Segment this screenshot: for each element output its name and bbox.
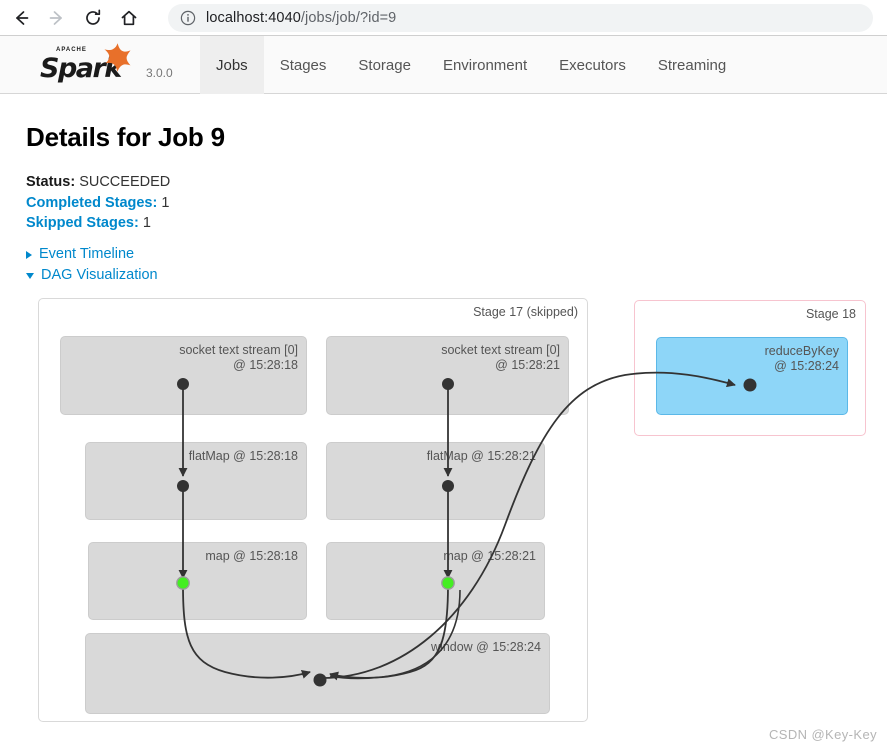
meta-label-skipped-stages[interactable]: Skipped Stages: [26,215,139,231]
screenshot-root: localhost:4040/jobs/job/?id=9 APACHE Spa… [0,0,887,748]
tab-executors[interactable]: Executors [543,36,642,94]
address-bar[interactable]: localhost:4040/jobs/job/?id=9 [168,4,873,32]
tab-streaming[interactable]: Streaming [642,36,742,94]
toggle-event-timeline[interactable]: Event Timeline [26,244,158,265]
tab-stages-label: Stages [279,56,327,74]
tab-storage[interactable]: Storage [342,36,427,94]
stage-17-label: Stage 17 (skipped) [473,305,578,319]
rdd-label-map-left: map @ 15:28:18 [205,549,298,563]
tab-environment[interactable]: Environment [427,36,543,94]
home-button[interactable] [114,3,144,33]
section-toggles: Event Timeline DAG Visualization [26,244,158,286]
stage-18-label: Stage 18 [805,307,856,321]
reload-button[interactable] [78,3,108,33]
chevron-right-icon [26,250,32,259]
meta-label-completed-stages[interactable]: Completed Stages: [26,195,157,211]
back-arrow-icon [16,11,29,25]
spark-logo: APACHE Spark [40,43,144,88]
tab-storage-label: Storage [358,56,411,74]
spark-version: 3.0.0 [146,66,173,80]
home-icon [121,10,137,26]
rdd-node-flatmap-right[interactable]: flatMap @ 15:28:21 [326,442,545,520]
address-bar-url: localhost:4040/jobs/job/?id=9 [206,10,396,26]
rdd-label-flatmap-right: flatMap @ 15:28:21 [426,449,536,463]
meta-row-status: Status: SUCCEEDED [26,172,170,193]
meta-value-skipped-stages: 1 [142,215,151,231]
toggle-dag-visualization[interactable]: DAG Visualization [26,265,158,286]
chevron-down-icon [26,272,34,279]
rdd-label-socket-text-stream-left: socket text stream [0] @ 15:28:18 [179,343,298,372]
page-title: Details for Job 9 [26,122,225,152]
tab-executors-label: Executors [559,56,626,74]
rdd-node-window[interactable]: window @ 15:28:24 [85,633,550,714]
rdd-node-socket-text-stream-right[interactable]: socket text stream [0] @ 15:28:21 [326,336,569,415]
browser-toolbar: localhost:4040/jobs/job/?id=9 [0,0,887,36]
toggle-event-timeline-label: Event Timeline [39,246,135,262]
rdd-label-window: window @ 15:28:24 [431,640,541,654]
rdd-label-reducebykey: reduceByKey @ 15:28:24 [764,344,839,373]
spark-nav-tabs: Jobs Stages Storage Environment Executor… [200,36,742,94]
rdd-node-map-right[interactable]: map @ 15:28:21 [326,542,545,620]
tab-streaming-label: Streaming [657,56,727,74]
toggle-dag-visualization-label: DAG Visualization [41,267,158,283]
tab-environment-label: Environment [442,56,528,74]
tab-jobs-label: Jobs [216,56,248,74]
watermark: CSDN @Key-Key [769,727,877,742]
tab-jobs[interactable]: Jobs [200,36,264,94]
url-host: localhost:4040 [206,10,301,26]
rdd-node-reducebykey[interactable]: reduceByKey @ 15:28:24 [656,337,848,415]
dag-visualization-panel: Stage 17 (skipped) Stage 18 socket text … [0,290,887,740]
forward-arrow-icon [49,11,62,25]
meta-row-skipped-stages: Skipped Stages: 1 [26,213,170,234]
rdd-label-flatmap-left: flatMap @ 15:28:18 [188,449,298,463]
spark-star-icon [104,43,131,72]
spark-navbar: APACHE Spark 3.0.0 Jobs Stages Storage E… [0,36,887,94]
reload-icon [86,9,101,25]
rdd-label-socket-text-stream-right: socket text stream [0] @ 15:28:21 [441,343,560,372]
meta-value-completed-stages: 1 [161,194,170,211]
tab-stages[interactable]: Stages [264,36,343,94]
rdd-node-socket-text-stream-left[interactable]: socket text stream [0] @ 15:28:18 [60,336,307,415]
meta-value-status: SUCCEEDED [79,174,171,190]
url-path: /jobs/job/?id=9 [300,10,397,26]
back-button[interactable] [6,3,36,33]
info-circle-icon[interactable] [180,10,196,26]
meta-row-completed-stages: Completed Stages: 1 [26,193,170,214]
rdd-label-map-right: map @ 15:28:21 [443,549,536,563]
meta-label-status: Status: [26,174,76,190]
rdd-node-flatmap-left[interactable]: flatMap @ 15:28:18 [85,442,307,520]
forward-button[interactable] [42,3,72,33]
job-meta-list: Status: SUCCEEDED Completed Stages: 1 Sk… [26,172,170,234]
rdd-node-map-left[interactable]: map @ 15:28:18 [88,542,307,620]
spark-brand[interactable]: APACHE Spark 3.0.0 [40,43,173,88]
